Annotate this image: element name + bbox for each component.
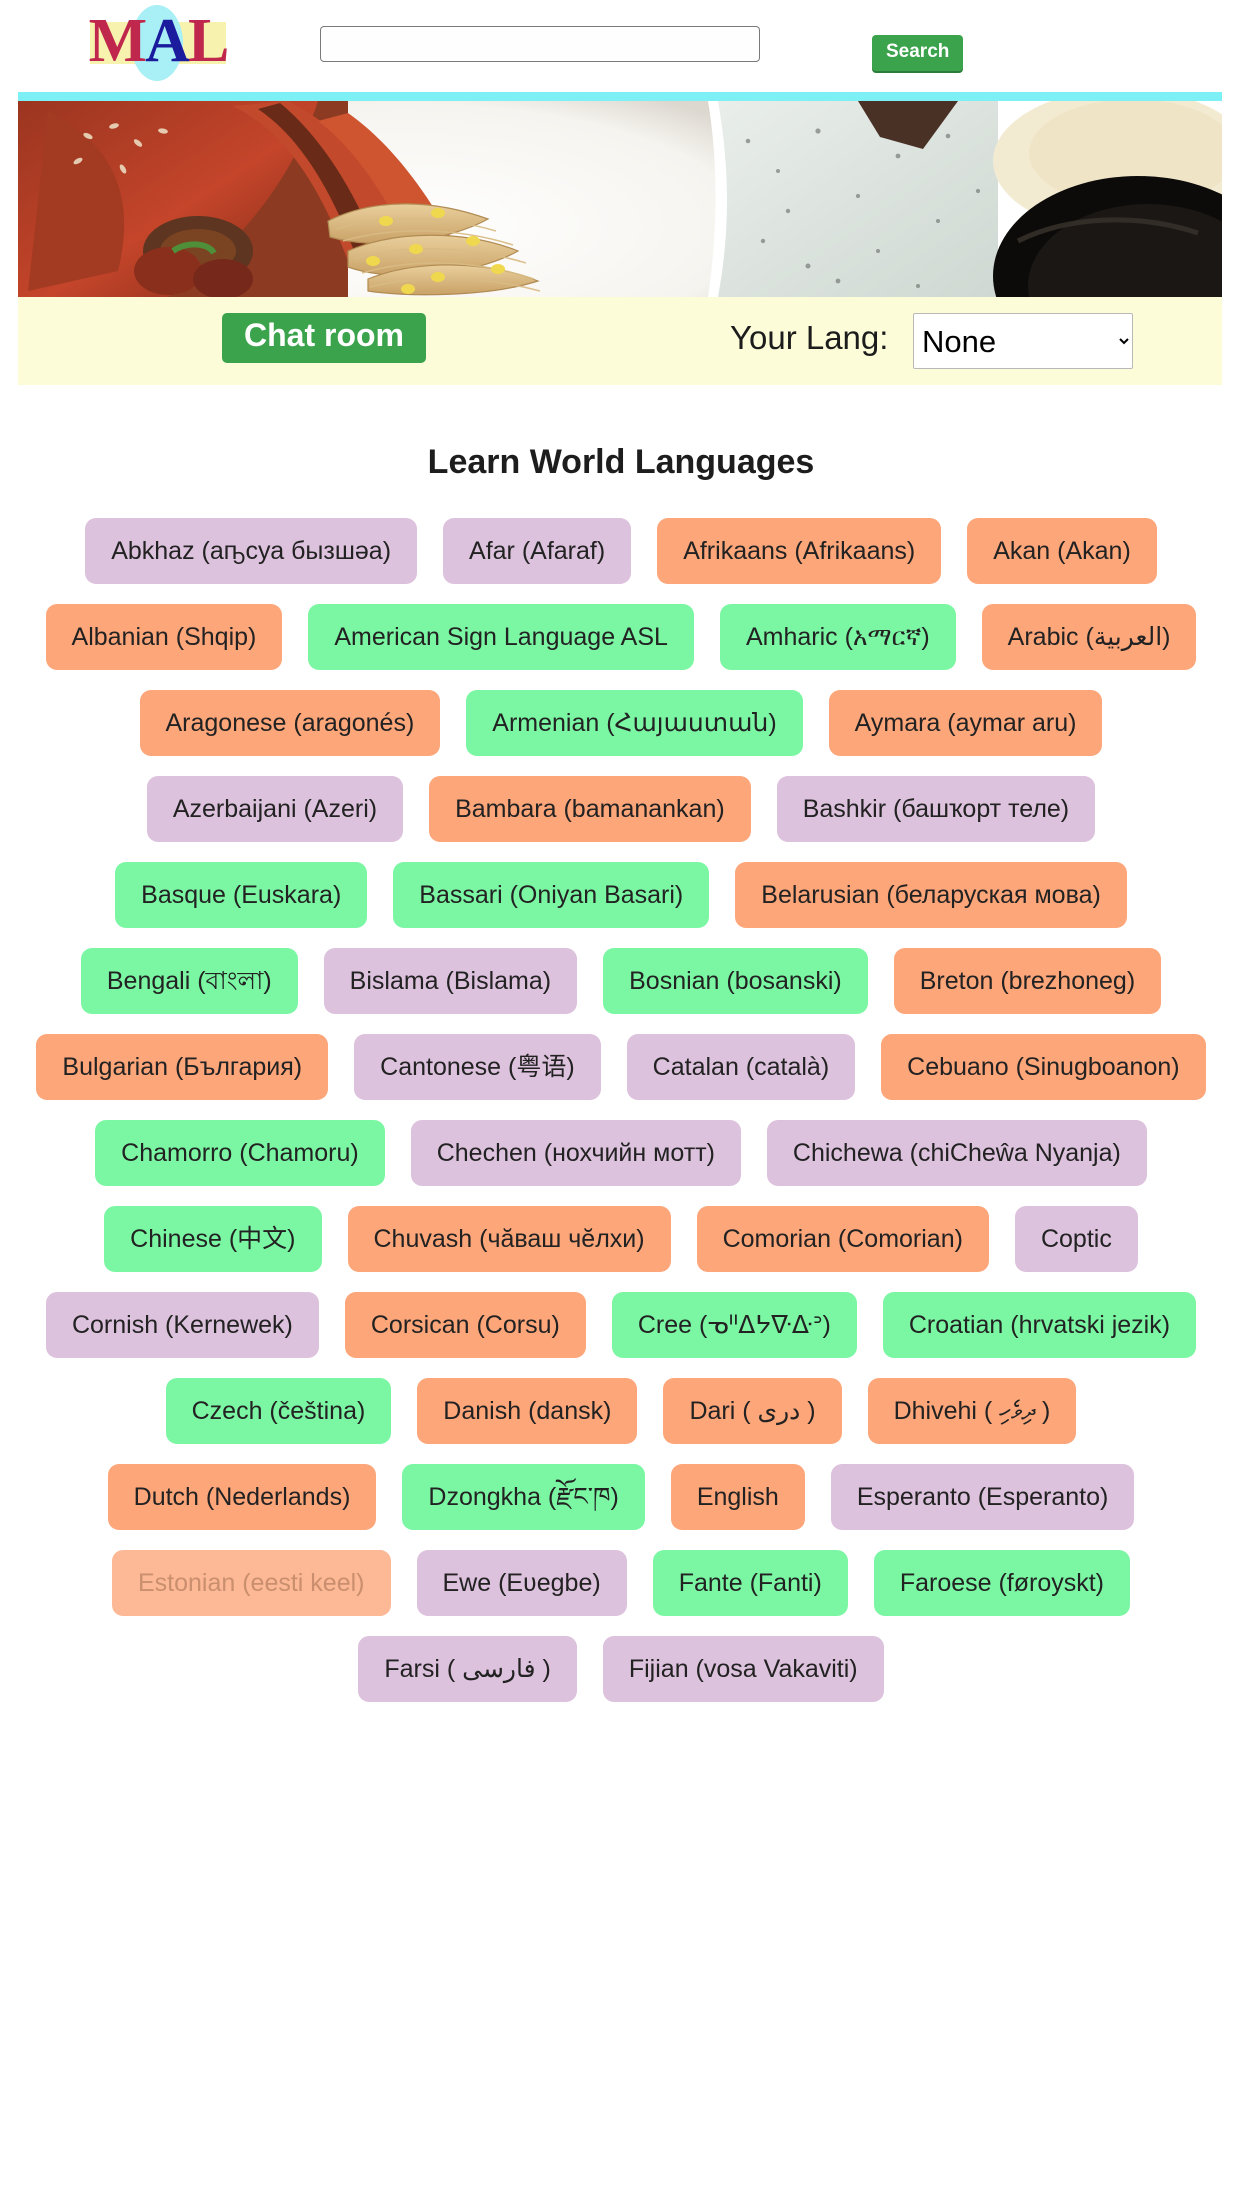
language-button[interactable]: Bosnian (bosanski) — [603, 948, 868, 1014]
language-button[interactable]: Coptic — [1014, 1206, 1138, 1272]
language-button[interactable]: Cantonese (粤语) — [354, 1034, 601, 1100]
logo-text: MAL — [78, 2, 238, 80]
language-button[interactable]: Aragonese (aragonés) — [139, 690, 441, 756]
language-button[interactable]: Corsican (Corsu) — [344, 1292, 586, 1358]
language-button[interactable]: Amharic (አማርኛ) — [719, 604, 956, 670]
chat-room-button[interactable]: Chat room — [222, 313, 426, 363]
banner-top-strip — [18, 92, 1222, 101]
banner-image-graphic — [18, 101, 1222, 297]
banner-food-image — [18, 101, 1222, 297]
language-button[interactable]: Faroese (føroyskt) — [873, 1550, 1131, 1616]
site-logo[interactable]: MAL — [78, 2, 238, 81]
language-grid: Abkhaz (аҧсуа бызшәа) Afar (Afaraf) Afrika… — [0, 482, 1242, 1712]
language-button[interactable]: Fante (Fanti) — [652, 1550, 848, 1616]
search-input[interactable] — [320, 26, 760, 62]
language-button[interactable]: Chamorro (Chamoru) — [95, 1120, 385, 1186]
language-button[interactable]: Arabic (العربية) — [981, 604, 1197, 670]
language-button[interactable]: Armenian (Հայաստան) — [466, 690, 803, 756]
logo-letter-a: A — [145, 7, 190, 75]
your-lang-label: Your Lang: — [730, 319, 889, 356]
language-button[interactable]: Czech (čeština) — [165, 1378, 392, 1444]
language-button[interactable]: Ewe (Eʋegbe) — [416, 1550, 627, 1616]
language-button[interactable]: Bashkir (башҡорт теле) — [776, 776, 1096, 842]
language-button[interactable]: Cree (ᓀᐦᐃᔭᐍᐏᐣ) — [611, 1292, 857, 1358]
language-button[interactable]: Abkhaz (аҧсуа бызшәа) — [85, 518, 418, 584]
language-button[interactable]: American Sign Language ASL — [308, 604, 694, 670]
language-button[interactable]: Chechen (нохчийн мотт) — [410, 1120, 741, 1186]
utility-toolbar: Chat room Your Lang: None — [18, 297, 1222, 385]
language-button[interactable]: Dutch (Nederlands) — [107, 1464, 377, 1530]
language-button[interactable]: Croatian (hrvatski jezik) — [882, 1292, 1197, 1358]
language-button[interactable]: Comorian (Comorian) — [696, 1206, 989, 1272]
page-root: MAL Search Chat room Your Lang: None Lea… — [0, 0, 1242, 2208]
language-button[interactable]: Bassari (Oniyan Basari) — [393, 862, 710, 928]
language-button[interactable]: Afrikaans (Afrikaans) — [657, 518, 942, 584]
language-button[interactable]: Catalan (català) — [626, 1034, 856, 1100]
language-button[interactable]: Chichewa (chiCheŵa Nyanja) — [766, 1120, 1147, 1186]
page-title: Learn World Languages — [427, 443, 815, 481]
language-button[interactable]: Afar (Afaraf) — [443, 518, 632, 584]
language-button[interactable]: Estonian (eesti keel) — [111, 1550, 391, 1616]
language-button[interactable]: Esperanto (Esperanto) — [830, 1464, 1135, 1530]
language-button[interactable]: Breton (brezhoneg) — [893, 948, 1162, 1014]
search-button[interactable]: Search — [872, 35, 964, 71]
language-button[interactable]: Chuvash (чӑваш чӗлхи) — [347, 1206, 671, 1272]
language-button[interactable]: Azerbaijani (Azeri) — [146, 776, 404, 842]
language-button[interactable]: Bulgarian (България) — [36, 1034, 329, 1100]
logo-letter-m: M — [88, 7, 148, 75]
language-button[interactable]: Bislama (Bislama) — [323, 948, 578, 1014]
main-content: Learn World Languages Abkhaz (аҧсуа бызш… — [0, 385, 1242, 1712]
language-button[interactable]: Cornish (Kernewek) — [45, 1292, 319, 1358]
language-button[interactable]: Fijian (vosa Vakaviti) — [602, 1636, 884, 1702]
language-button[interactable]: Dzongkha (རྫོང་ཁ) — [402, 1464, 645, 1530]
language-button[interactable]: Dari ( دری ) — [663, 1378, 842, 1444]
site-header: MAL Search — [0, 0, 1242, 88]
language-button[interactable]: Albanian (Shqip) — [45, 604, 283, 670]
language-button[interactable]: Belarusian (беларуская мова) — [735, 862, 1127, 928]
your-lang-select[interactable]: None — [913, 313, 1133, 369]
language-button[interactable]: Akan (Akan) — [967, 518, 1157, 584]
language-button[interactable]: Chinese (中文) — [104, 1206, 322, 1272]
language-button[interactable]: Bambara (bamanankan) — [429, 776, 751, 842]
language-button[interactable]: Dhivehi ( ދިވެހި ) — [867, 1378, 1077, 1444]
language-button[interactable]: Basque (Euskara) — [115, 862, 368, 928]
logo-letter-l: L — [187, 7, 229, 75]
language-button[interactable]: Farsi ( فارسی ) — [358, 1636, 577, 1702]
language-button[interactable]: Bengali (বাংলা) — [80, 948, 298, 1014]
hero-banner — [18, 92, 1222, 297]
language-button[interactable]: Aymara (aymar aru) — [828, 690, 1103, 756]
language-button[interactable]: Danish (dansk) — [417, 1378, 638, 1444]
language-button[interactable]: English — [670, 1464, 805, 1530]
language-button[interactable]: Cebuano (Sinugboanon) — [881, 1034, 1206, 1100]
